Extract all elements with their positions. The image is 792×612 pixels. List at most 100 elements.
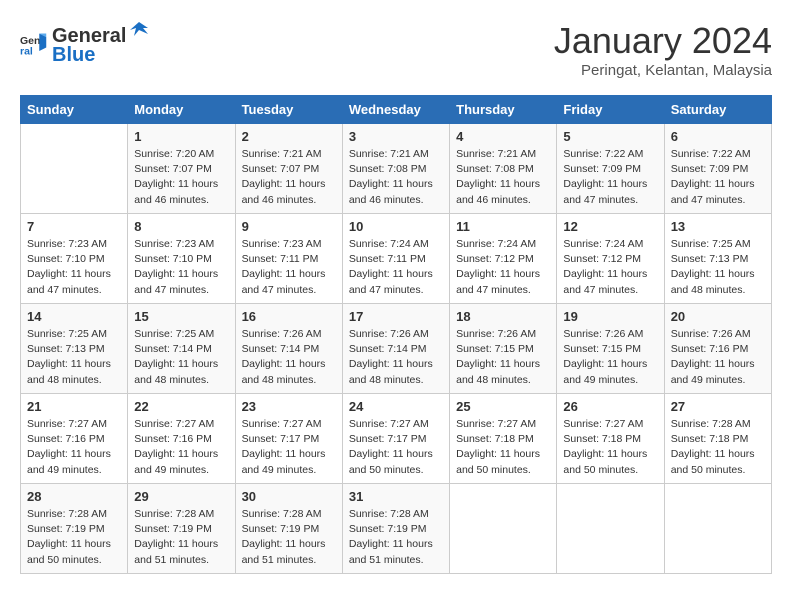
day-info: Sunrise: 7:26 AMSunset: 7:14 PMDaylight:… (349, 327, 443, 388)
day-number: 31 (349, 489, 443, 504)
day-number: 14 (27, 309, 121, 324)
calendar-cell: 23 Sunrise: 7:27 AMSunset: 7:17 PMDayligh… (235, 394, 342, 484)
day-info: Sunrise: 7:27 AMSunset: 7:16 PMDaylight:… (27, 417, 121, 478)
day-number: 5 (563, 129, 657, 144)
day-number: 19 (563, 309, 657, 324)
logo-bird-icon (128, 20, 150, 42)
calendar-cell (450, 484, 557, 574)
calendar-week-row: 14 Sunrise: 7:25 AMSunset: 7:13 PMDayligh… (21, 304, 772, 394)
calendar-header-row: SundayMondayTuesdayWednesdayThursdayFrid… (21, 96, 772, 124)
calendar-cell: 21 Sunrise: 7:27 AMSunset: 7:16 PMDayligh… (21, 394, 128, 484)
day-info: Sunrise: 7:24 AMSunset: 7:11 PMDaylight:… (349, 237, 443, 298)
location-subtitle: Peringat, Kelantan, Malaysia (554, 62, 772, 79)
day-number: 8 (134, 219, 228, 234)
logo: Gene ral General Blue (20, 20, 150, 67)
calendar-cell: 16Sunrise: 7:26 AMSunset: 7:14 PMDayligh… (235, 304, 342, 394)
calendar-cell: 6 Sunrise: 7:22 AMSunset: 7:09 PMDaylight… (664, 124, 771, 214)
calendar-cell: 19 Sunrise: 7:26 AMSunset: 7:15 PMDayligh… (557, 304, 664, 394)
calendar-cell (21, 124, 128, 214)
day-info: Sunrise: 7:21 AMSunset: 7:08 PMDaylight:… (349, 147, 443, 208)
day-info: Sunrise: 7:28 AMSunset: 7:19 PMDaylight:… (27, 507, 121, 568)
day-info: Sunrise: 7:28 AMSunset: 7:19 PMDaylight:… (134, 507, 228, 568)
page-header: Gene ral General Blue January 2024 Perin… (20, 20, 772, 79)
weekday-header: Wednesday (342, 96, 449, 124)
calendar-cell: 1Sunrise: 7:20 AMSunset: 7:07 PMDaylight… (128, 124, 235, 214)
title-block: January 2024 Peringat, Kelantan, Malaysi… (554, 20, 772, 79)
day-info: Sunrise: 7:28 AMSunset: 7:19 PMDaylight:… (242, 507, 336, 568)
day-number: 1 (134, 129, 228, 144)
day-number: 16 (242, 309, 336, 324)
day-info: Sunrise: 7:27 AMSunset: 7:18 PMDaylight:… (563, 417, 657, 478)
calendar-cell: 30 Sunrise: 7:28 AMSunset: 7:19 PMDayligh… (235, 484, 342, 574)
weekday-header: Monday (128, 96, 235, 124)
day-info: Sunrise: 7:26 AMSunset: 7:15 PMDaylight:… (563, 327, 657, 388)
day-info: Sunrise: 7:27 AMSunset: 7:17 PMDaylight:… (242, 417, 336, 478)
day-number: 30 (242, 489, 336, 504)
calendar-cell: 20 Sunrise: 7:26 AMSunset: 7:16 PMDayligh… (664, 304, 771, 394)
day-number: 28 (27, 489, 121, 504)
calendar-cell: 31 Sunrise: 7:28 AMSunset: 7:19 PMDayligh… (342, 484, 449, 574)
weekday-header: Tuesday (235, 96, 342, 124)
calendar-week-row: 7Sunrise: 7:23 AMSunset: 7:10 PMDaylight… (21, 214, 772, 304)
day-info: Sunrise: 7:25 AMSunset: 7:13 PMDaylight:… (671, 237, 765, 298)
calendar-cell: 24Sunrise: 7:27 AMSunset: 7:17 PMDayligh… (342, 394, 449, 484)
calendar-cell: 26 Sunrise: 7:27 AMSunset: 7:18 PMDayligh… (557, 394, 664, 484)
day-number: 12 (563, 219, 657, 234)
weekday-header: Friday (557, 96, 664, 124)
day-number: 2 (242, 129, 336, 144)
day-info: Sunrise: 7:25 AMSunset: 7:13 PMDaylight:… (27, 327, 121, 388)
calendar-cell: 13 Sunrise: 7:25 AMSunset: 7:13 PMDayligh… (664, 214, 771, 304)
calendar-cell: 8Sunrise: 7:23 AMSunset: 7:10 PMDaylight… (128, 214, 235, 304)
day-number: 23 (242, 399, 336, 414)
calendar-cell: 29 Sunrise: 7:28 AMSunset: 7:19 PMDayligh… (128, 484, 235, 574)
day-info: Sunrise: 7:28 AMSunset: 7:19 PMDaylight:… (349, 507, 443, 568)
calendar-cell: 18Sunrise: 7:26 AMSunset: 7:15 PMDayligh… (450, 304, 557, 394)
weekday-header: Saturday (664, 96, 771, 124)
calendar-cell: 12Sunrise: 7:24 AMSunset: 7:12 PMDayligh… (557, 214, 664, 304)
day-info: Sunrise: 7:27 AMSunset: 7:17 PMDaylight:… (349, 417, 443, 478)
day-number: 21 (27, 399, 121, 414)
calendar-cell: 14 Sunrise: 7:25 AMSunset: 7:13 PMDayligh… (21, 304, 128, 394)
calendar-week-row: 1Sunrise: 7:20 AMSunset: 7:07 PMDaylight… (21, 124, 772, 214)
day-info: Sunrise: 7:23 AMSunset: 7:11 PMDaylight:… (242, 237, 336, 298)
calendar-week-row: 21 Sunrise: 7:27 AMSunset: 7:16 PMDayligh… (21, 394, 772, 484)
calendar-cell: 22 Sunrise: 7:27 AMSunset: 7:16 PMDayligh… (128, 394, 235, 484)
day-info: Sunrise: 7:21 AMSunset: 7:08 PMDaylight:… (456, 147, 550, 208)
day-number: 11 (456, 219, 550, 234)
day-info: Sunrise: 7:25 AMSunset: 7:14 PMDaylight:… (134, 327, 228, 388)
day-info: Sunrise: 7:27 AMSunset: 7:16 PMDaylight:… (134, 417, 228, 478)
calendar-cell: 15 Sunrise: 7:25 AMSunset: 7:14 PMDayligh… (128, 304, 235, 394)
calendar-cell: 10 Sunrise: 7:24 AMSunset: 7:11 PMDayligh… (342, 214, 449, 304)
calendar-cell: 25Sunrise: 7:27 AMSunset: 7:18 PMDayligh… (450, 394, 557, 484)
day-number: 10 (349, 219, 443, 234)
calendar-cell: 17 Sunrise: 7:26 AMSunset: 7:14 PMDayligh… (342, 304, 449, 394)
calendar-cell: 11 Sunrise: 7:24 AMSunset: 7:12 PMDayligh… (450, 214, 557, 304)
day-number: 26 (563, 399, 657, 414)
calendar-cell: 5 Sunrise: 7:22 AMSunset: 7:09 PMDaylight… (557, 124, 664, 214)
day-number: 6 (671, 129, 765, 144)
day-info: Sunrise: 7:28 AMSunset: 7:18 PMDaylight:… (671, 417, 765, 478)
day-number: 27 (671, 399, 765, 414)
day-number: 13 (671, 219, 765, 234)
day-number: 29 (134, 489, 228, 504)
day-info: Sunrise: 7:22 AMSunset: 7:09 PMDaylight:… (563, 147, 657, 208)
day-number: 4 (456, 129, 550, 144)
day-number: 22 (134, 399, 228, 414)
day-number: 17 (349, 309, 443, 324)
day-info: Sunrise: 7:27 AMSunset: 7:18 PMDaylight:… (456, 417, 550, 478)
day-info: Sunrise: 7:21 AMSunset: 7:07 PMDaylight:… (242, 147, 336, 208)
day-info: Sunrise: 7:26 AMSunset: 7:15 PMDaylight:… (456, 327, 550, 388)
day-number: 9 (242, 219, 336, 234)
calendar-cell: 27 Sunrise: 7:28 AMSunset: 7:18 PMDayligh… (664, 394, 771, 484)
calendar-cell: 7Sunrise: 7:23 AMSunset: 7:10 PMDaylight… (21, 214, 128, 304)
weekday-header: Sunday (21, 96, 128, 124)
day-number: 7 (27, 219, 121, 234)
svg-text:ral: ral (20, 45, 33, 57)
day-number: 15 (134, 309, 228, 324)
day-info: Sunrise: 7:22 AMSunset: 7:09 PMDaylight:… (671, 147, 765, 208)
calendar-cell: 28 Sunrise: 7:28 AMSunset: 7:19 PMDayligh… (21, 484, 128, 574)
day-number: 20 (671, 309, 765, 324)
day-info: Sunrise: 7:26 AMSunset: 7:16 PMDaylight:… (671, 327, 765, 388)
calendar-cell: 9 Sunrise: 7:23 AMSunset: 7:11 PMDaylight… (235, 214, 342, 304)
day-info: Sunrise: 7:24 AMSunset: 7:12 PMDaylight:… (456, 237, 550, 298)
